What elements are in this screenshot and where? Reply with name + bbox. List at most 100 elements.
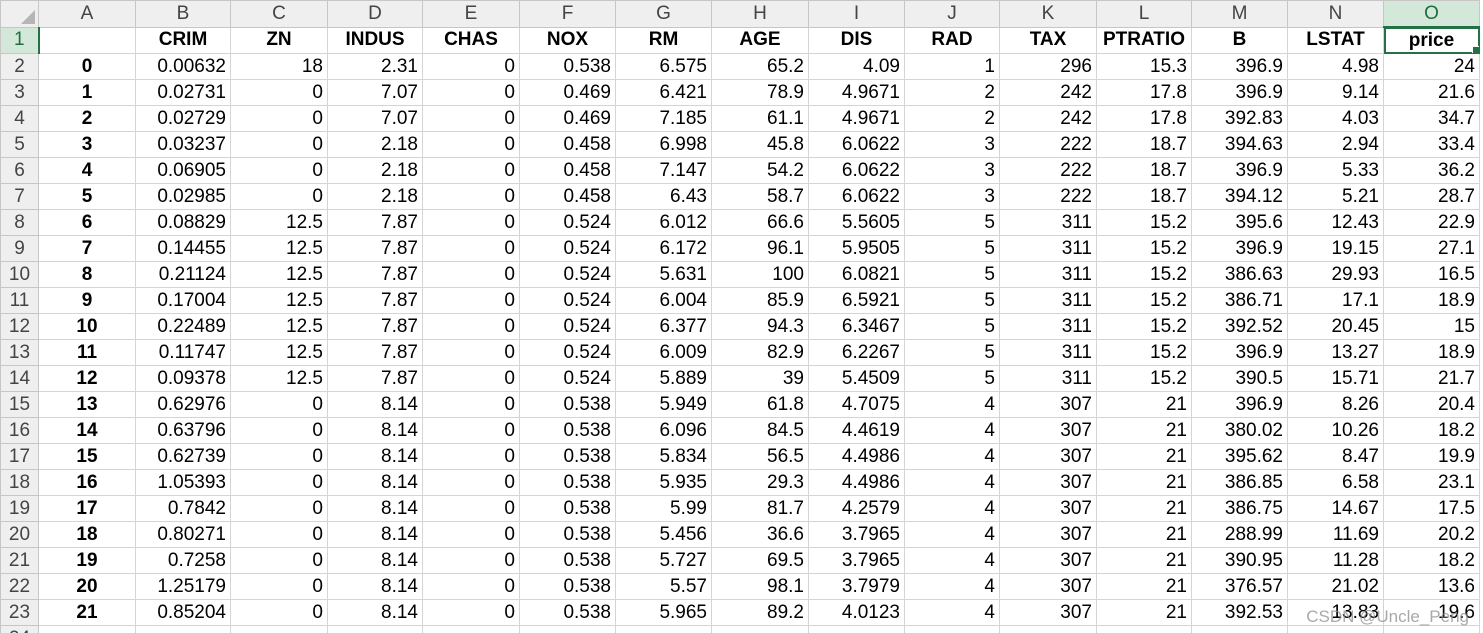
data-cell[interactable]: 0 xyxy=(230,417,328,444)
data-cell[interactable]: 21 xyxy=(1096,547,1192,574)
column-header-k[interactable]: K xyxy=(999,0,1097,28)
index-cell[interactable]: 6 xyxy=(38,209,136,236)
data-cell[interactable]: 94.3 xyxy=(711,313,809,340)
data-cell[interactable]: 0 xyxy=(422,105,520,132)
header-cell[interactable]: DIS xyxy=(808,26,905,54)
data-cell[interactable]: 0 xyxy=(230,105,328,132)
header-cell[interactable]: LSTAT xyxy=(1287,26,1384,54)
data-cell[interactable]: 28.7 xyxy=(1383,183,1480,210)
data-cell[interactable]: 4.7075 xyxy=(808,391,905,418)
header-cell[interactable]: RAD xyxy=(904,26,1000,54)
column-header-j[interactable]: J xyxy=(904,0,1000,28)
row-header[interactable]: 2 xyxy=(0,53,39,80)
data-cell[interactable]: 11.28 xyxy=(1287,547,1384,574)
data-cell[interactable]: 19.6 xyxy=(1383,599,1480,626)
data-cell[interactable]: 390.95 xyxy=(1191,547,1288,574)
data-cell[interactable]: 396.9 xyxy=(1191,53,1288,80)
data-cell[interactable]: 0.62976 xyxy=(135,391,231,418)
data-cell[interactable]: 0.21124 xyxy=(135,261,231,288)
data-cell[interactable]: 0.06905 xyxy=(135,157,231,184)
data-cell[interactable]: 3 xyxy=(904,157,1000,184)
row-header[interactable]: 22 xyxy=(0,573,39,600)
data-cell[interactable]: 296 xyxy=(999,53,1097,80)
header-cell[interactable]: TAX xyxy=(999,26,1097,54)
index-cell[interactable]: 8 xyxy=(38,261,136,288)
data-cell[interactable] xyxy=(904,625,1000,633)
data-cell[interactable]: 5 xyxy=(904,235,1000,262)
row-header[interactable]: 15 xyxy=(0,391,39,418)
data-cell[interactable]: 0 xyxy=(230,157,328,184)
row-header[interactable]: 19 xyxy=(0,495,39,522)
data-cell[interactable]: 395.6 xyxy=(1191,209,1288,236)
index-cell[interactable]: 18 xyxy=(38,521,136,548)
data-cell[interactable]: 0.80271 xyxy=(135,521,231,548)
data-cell[interactable]: 0 xyxy=(422,547,520,574)
data-cell[interactable] xyxy=(808,625,905,633)
data-cell[interactable]: 392.53 xyxy=(1191,599,1288,626)
data-cell[interactable]: 21 xyxy=(1096,417,1192,444)
data-cell[interactable]: 18.7 xyxy=(1096,183,1192,210)
header-cell[interactable]: INDUS xyxy=(327,26,423,54)
column-header-b[interactable]: B xyxy=(135,0,231,28)
data-cell[interactable]: 3.7965 xyxy=(808,521,905,548)
data-cell[interactable]: 0.62739 xyxy=(135,443,231,470)
data-cell[interactable]: 17.5 xyxy=(1383,495,1480,522)
row-header[interactable]: 4 xyxy=(0,105,39,132)
data-cell[interactable]: 6.0821 xyxy=(808,261,905,288)
row-header[interactable]: 1 xyxy=(0,26,40,54)
data-cell[interactable]: 0 xyxy=(422,495,520,522)
data-cell[interactable]: 0.17004 xyxy=(135,287,231,314)
data-cell[interactable]: 0.538 xyxy=(519,443,616,470)
data-cell[interactable]: 4 xyxy=(904,495,1000,522)
data-cell[interactable]: 5 xyxy=(904,209,1000,236)
data-cell[interactable]: 29.93 xyxy=(1287,261,1384,288)
row-header[interactable]: 5 xyxy=(0,131,39,158)
data-cell[interactable]: 85.9 xyxy=(711,287,809,314)
data-cell[interactable]: 394.63 xyxy=(1191,131,1288,158)
data-cell[interactable]: 34.7 xyxy=(1383,105,1480,132)
data-cell[interactable]: 0.524 xyxy=(519,313,616,340)
data-cell[interactable]: 5.33 xyxy=(1287,157,1384,184)
data-cell[interactable]: 6.575 xyxy=(615,53,712,80)
data-cell[interactable]: 5.5605 xyxy=(808,209,905,236)
data-cell[interactable]: 0 xyxy=(422,573,520,600)
data-cell[interactable]: 5.4509 xyxy=(808,365,905,392)
data-cell[interactable]: 15.2 xyxy=(1096,261,1192,288)
data-cell[interactable]: 0.02731 xyxy=(135,79,231,106)
data-cell[interactable]: 394.12 xyxy=(1191,183,1288,210)
data-cell[interactable]: 21 xyxy=(1096,495,1192,522)
data-cell[interactable]: 23.1 xyxy=(1383,469,1480,496)
data-cell[interactable]: 0.538 xyxy=(519,573,616,600)
data-cell[interactable]: 15.2 xyxy=(1096,235,1192,262)
data-cell[interactable]: 8.14 xyxy=(327,417,423,444)
data-cell[interactable]: 396.9 xyxy=(1191,79,1288,106)
data-cell[interactable]: 0 xyxy=(422,417,520,444)
header-cell[interactable]: AGE xyxy=(711,26,809,54)
data-cell[interactable]: 18.7 xyxy=(1096,131,1192,158)
data-cell[interactable]: 12.5 xyxy=(230,235,328,262)
data-cell[interactable]: 12.5 xyxy=(230,313,328,340)
data-cell[interactable]: 36.2 xyxy=(1383,157,1480,184)
data-cell[interactable]: 4 xyxy=(904,417,1000,444)
data-cell[interactable]: 2 xyxy=(904,79,1000,106)
data-cell[interactable]: 7.87 xyxy=(327,235,423,262)
index-cell[interactable]: 21 xyxy=(38,599,136,626)
data-cell[interactable]: 0.63796 xyxy=(135,417,231,444)
data-cell[interactable]: 6.998 xyxy=(615,131,712,158)
data-cell[interactable]: 78.9 xyxy=(711,79,809,106)
data-cell[interactable]: 307 xyxy=(999,573,1097,600)
header-cell[interactable]: CHAS xyxy=(422,26,520,54)
data-cell[interactable]: 0 xyxy=(422,339,520,366)
data-cell[interactable]: 6.009 xyxy=(615,339,712,366)
data-cell[interactable]: 0 xyxy=(230,521,328,548)
data-cell[interactable]: 390.5 xyxy=(1191,365,1288,392)
data-cell[interactable]: 0 xyxy=(422,209,520,236)
row-header[interactable]: 23 xyxy=(0,599,39,626)
data-cell[interactable]: 7.87 xyxy=(327,313,423,340)
data-cell[interactable]: 21 xyxy=(1096,573,1192,600)
data-cell[interactable]: 0 xyxy=(422,443,520,470)
data-cell[interactable]: 9.14 xyxy=(1287,79,1384,106)
data-cell[interactable]: 222 xyxy=(999,157,1097,184)
index-cell[interactable]: 2 xyxy=(38,105,136,132)
data-cell[interactable]: 45.8 xyxy=(711,131,809,158)
